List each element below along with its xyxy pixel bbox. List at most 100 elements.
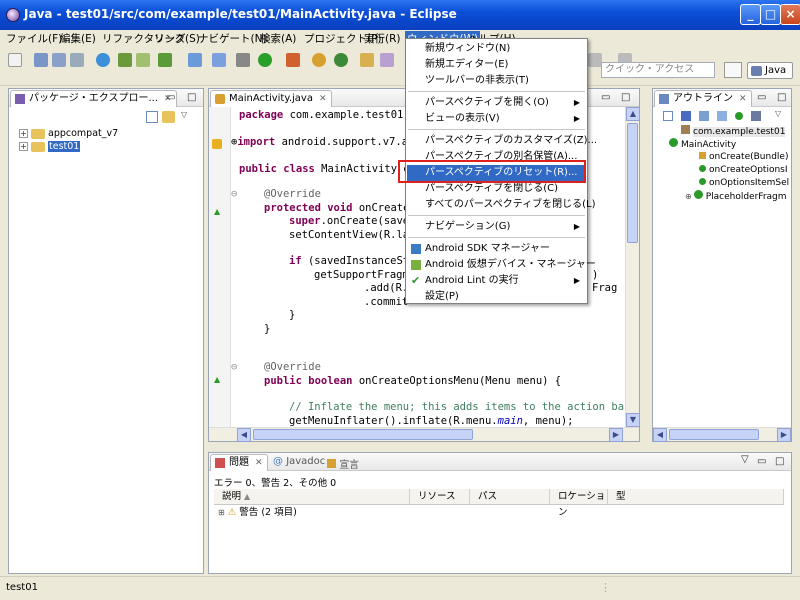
- code-line[interactable]: ⊕import android.support.v7.a: [231, 136, 408, 148]
- new-icon[interactable]: [8, 53, 22, 67]
- expand-icon[interactable]: +: [19, 129, 28, 138]
- menu-item-hide-toolbar[interactable]: ツールバーの非表示(T): [407, 73, 586, 89]
- editor-horizontal-scrollbar[interactable]: ◀ ▶: [209, 427, 639, 442]
- code-line[interactable]: Frag: [592, 282, 617, 294]
- table-row[interactable]: ⊞ ⚠ 警告 (2 項目): [218, 506, 297, 519]
- maximize-view-icon[interactable]: □: [775, 456, 784, 467]
- expand-icon[interactable]: +: [19, 142, 28, 151]
- code-line[interactable]: // Inflate the menu; this adds items to …: [289, 401, 624, 413]
- editor-vertical-scrollbar[interactable]: ▲ ▼: [625, 107, 640, 427]
- code-line[interactable]: super.onCreate(save: [289, 215, 409, 227]
- lint-icon[interactable]: [158, 53, 172, 67]
- save-all-icon[interactable]: [52, 53, 66, 67]
- menu-item-android-lint[interactable]: ✔ Android Lint の実行 ▶: [407, 273, 586, 289]
- nav-forward-icon[interactable]: [588, 53, 602, 67]
- scroll-up-icon[interactable]: ▲: [626, 107, 640, 121]
- code-line[interactable]: @Override: [264, 361, 321, 373]
- run-icon[interactable]: [258, 53, 272, 67]
- tree-item-test01[interactable]: + test01: [19, 140, 81, 153]
- download-icon[interactable]: [118, 53, 132, 67]
- code-line[interactable]: public boolean onCreateOptionsMenu(Menu …: [264, 375, 561, 387]
- close-icon[interactable]: ✕: [255, 458, 263, 468]
- code-line[interactable]: .commit: [364, 296, 408, 308]
- maximize-view-icon[interactable]: □: [777, 92, 786, 103]
- menu-run[interactable]: 実行(R): [362, 31, 403, 47]
- maximize-view-icon[interactable]: □: [187, 92, 196, 103]
- scroll-down-icon[interactable]: ▼: [626, 413, 640, 427]
- print-icon[interactable]: [70, 53, 84, 67]
- new-class-icon[interactable]: [312, 53, 326, 67]
- outline-tab[interactable]: アウトライン ✕: [654, 90, 752, 107]
- close-icon[interactable]: ✕: [319, 94, 327, 104]
- menu-source[interactable]: ソース(S): [152, 31, 202, 47]
- problems-tab[interactable]: 問題 ✕: [210, 454, 268, 471]
- minimize-view-icon[interactable]: ▭: [757, 456, 766, 467]
- search-icon[interactable]: [380, 53, 394, 67]
- minimize-view-icon[interactable]: ▭: [166, 92, 175, 103]
- column-header-path[interactable]: パス: [470, 489, 550, 505]
- maximize-button[interactable]: □: [760, 4, 781, 25]
- outline-item-method[interactable]: onOptionsItemSel: [699, 177, 789, 190]
- code-line[interactable]: if (savedInstanceSt: [289, 255, 409, 267]
- java-perspective-button[interactable]: Java: [747, 62, 793, 79]
- package-explorer-tab[interactable]: パッケージ・エクスプロー... ✕: [10, 90, 177, 107]
- column-header-description[interactable]: 説明 ▲: [214, 489, 410, 505]
- link-with-editor-icon[interactable]: [162, 111, 175, 123]
- new-package-icon[interactable]: [334, 53, 348, 67]
- column-header-resource[interactable]: リソース: [410, 489, 470, 505]
- maximize-view-icon[interactable]: □: [621, 92, 630, 103]
- menu-item-avd-manager[interactable]: Android 仮想デバイス・マネージャー: [407, 257, 596, 273]
- menu-file[interactable]: ファイル(F): [4, 31, 64, 47]
- code-line[interactable]: getSupportFragm: [314, 269, 409, 281]
- hide-local-types-icon[interactable]: [751, 111, 761, 121]
- view-menu-icon[interactable]: ▽: [741, 454, 749, 465]
- outline-item-package[interactable]: com.example.test01: [681, 125, 786, 138]
- declaration-tab[interactable]: 宣言: [327, 456, 359, 471]
- outline-collapse-icon[interactable]: [663, 111, 673, 121]
- code-line[interactable]: @Override: [264, 188, 321, 200]
- open-type-icon[interactable]: [360, 53, 374, 67]
- debug-icon[interactable]: [212, 53, 226, 67]
- column-header-type[interactable]: 型: [608, 489, 784, 505]
- menu-item-close-all-perspectives[interactable]: すべてのパースペクティブを閉じる(L): [407, 197, 595, 213]
- code-line[interactable]: }: [264, 323, 270, 335]
- outline-horizontal-scrollbar[interactable]: ◀ ▶: [653, 427, 791, 442]
- save-icon[interactable]: [34, 53, 48, 67]
- code-line[interactable]: setContentView(R.la: [289, 229, 409, 241]
- settings-gear-icon[interactable]: [236, 53, 250, 67]
- hide-static-icon[interactable]: [717, 111, 727, 121]
- sdk-icon[interactable]: [96, 53, 110, 67]
- code-line[interactable]: package com.example.test01;: [239, 109, 410, 121]
- menu-search[interactable]: 検索(A): [258, 31, 298, 47]
- javadoc-tab[interactable]: @ Javadoc: [273, 456, 325, 467]
- code-line[interactable]: .add(R.: [364, 282, 408, 294]
- menu-item-preferences[interactable]: 設定(P): [407, 289, 586, 305]
- hide-fields-icon[interactable]: [699, 111, 709, 121]
- minimize-button[interactable]: _: [740, 4, 761, 25]
- editor-tab-mainactivity[interactable]: MainActivity.java ✕: [210, 90, 332, 107]
- collapse-all-icon[interactable]: [146, 111, 158, 123]
- fold-icon[interactable]: ⊖: [231, 188, 237, 200]
- menu-item-open-perspective[interactable]: パースペクティブを開く(O) ▶: [407, 95, 586, 111]
- code-line[interactable]: protected void onCreate(: [264, 202, 416, 214]
- external-tools-icon[interactable]: [286, 53, 300, 67]
- sort-icon[interactable]: [681, 111, 691, 121]
- scroll-thumb[interactable]: [669, 429, 759, 440]
- expand-icon[interactable]: ⊕: [685, 192, 692, 201]
- menu-item-customize-perspective[interactable]: パースペクティブのカスタマイズ(Z)...: [407, 133, 597, 149]
- scroll-left-icon[interactable]: ◀: [653, 428, 667, 442]
- menu-item-new-window[interactable]: 新規ウィンドウ(N): [407, 41, 586, 57]
- scroll-right-icon[interactable]: ▶: [777, 428, 791, 442]
- open-perspective-icon[interactable]: [724, 62, 742, 78]
- scroll-thumb[interactable]: [627, 123, 638, 243]
- code-line[interactable]: }: [289, 309, 295, 321]
- menu-item-close-perspective[interactable]: パースペクティブを閉じる(C): [407, 181, 586, 197]
- menu-item-navigation[interactable]: ナビゲーション(G) ▶: [407, 219, 586, 235]
- scroll-right-icon[interactable]: ▶: [609, 428, 623, 442]
- view-menu-icon[interactable]: ▽: [181, 110, 187, 119]
- code-line[interactable]: getMenuInflater().inflate(R.menu.main, m…: [289, 415, 574, 427]
- outline-item-method[interactable]: onCreateOptionsI: [699, 164, 788, 177]
- menu-item-new-editor[interactable]: 新規エディター(E): [407, 57, 586, 73]
- quick-access-input[interactable]: クイック・アクセス: [601, 62, 715, 78]
- menu-item-android-sdk-manager[interactable]: Android SDK マネージャー: [407, 241, 586, 257]
